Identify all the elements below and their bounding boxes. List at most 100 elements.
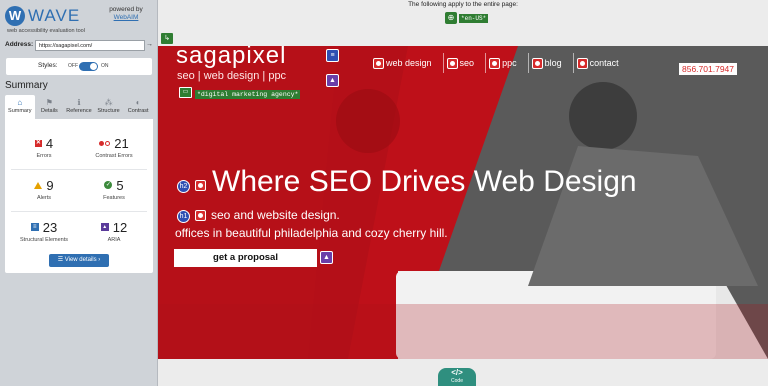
styles-toggle[interactable] <box>79 62 98 71</box>
nav-label: ppc <box>502 58 517 68</box>
toggle-knob <box>90 63 97 70</box>
language-annotation[interactable]: ⊕ *en-US* <box>445 12 489 24</box>
errors-label: Errors <box>36 153 52 159</box>
alert-icon <box>34 181 43 189</box>
info-icon: ℹ <box>77 98 81 107</box>
code-icon: </> <box>451 368 463 377</box>
phone-number[interactable]: 856.701.7947 <box>679 63 737 75</box>
tab-contrast[interactable]: ◐ Contrast <box>123 95 153 119</box>
aria-label: ARIA <box>107 237 121 243</box>
error-icon <box>373 57 384 69</box>
hero-subline-1: seo and website design. <box>211 208 340 222</box>
structure-icon: ⁂ <box>104 98 113 107</box>
nav-item-web-design[interactable]: web design <box>370 53 444 73</box>
applies-text: The following apply to the entire page: <box>408 1 518 8</box>
stat-aria[interactable]: ▲ 12 ARIA <box>79 217 149 249</box>
contrast-errors-count: 21 <box>114 135 129 151</box>
tab-label: Reference <box>66 108 92 114</box>
wave-tabs: ⌂ Summary ⚑ Details ℹ Reference ⁂ Struct… <box>5 95 153 119</box>
tab-label: Summary <box>8 108 32 114</box>
contrast-icon: ◐ <box>135 98 141 107</box>
nav-item-blog[interactable]: blog <box>529 53 574 73</box>
nav-label: blog <box>544 58 562 68</box>
hero-headline: Where SEO Drives Web Design <box>212 165 637 198</box>
address-label: Address: <box>5 41 34 48</box>
nav-label: seo <box>459 58 475 68</box>
alt-text-annotation: *digital marketing agency* <box>195 90 301 99</box>
stat-errors[interactable]: ✕ 4 Errors <box>9 133 79 165</box>
site-nav: web design seo ppc blog contact <box>370 53 630 73</box>
tab-details[interactable]: ⚑ Details <box>35 95 65 119</box>
alerts-count: 9 <box>46 177 54 193</box>
site-logo[interactable]: sagapixel <box>176 46 286 70</box>
powered-by: powered by WebAIM <box>104 6 148 21</box>
webaim-link[interactable]: WebAIM <box>104 14 148 21</box>
styles-label: Styles: <box>38 62 58 69</box>
alerts-label: Alerts <box>36 195 52 201</box>
nav-item-contact[interactable]: contact <box>574 53 630 73</box>
features-label: Features <box>103 195 125 201</box>
powered-by-label: powered by <box>109 6 143 13</box>
summary-panel: ✕ 4 Errors 21 Contrast Errors 9 Alerts ✓ 5… <box>5 119 153 273</box>
features-count: 5 <box>116 177 124 193</box>
page-level-annotations: The following apply to the entire page: … <box>158 0 768 30</box>
error-icon <box>489 57 501 69</box>
structural-label: Structural Elements <box>20 237 68 243</box>
wave-tagline: web accessibility evaluation tool <box>7 28 85 34</box>
wave-logo-mark: W <box>5 6 25 26</box>
address-go-icon[interactable]: → <box>146 41 153 48</box>
styles-off-label: OFF <box>68 63 78 69</box>
styles-toggle-row: Styles: OFF ON <box>6 58 152 75</box>
structure-element-icon: ≡ <box>30 223 39 231</box>
code-label: Code <box>451 378 463 384</box>
site-tagline: seo | web design | ppc <box>177 70 287 82</box>
nav-item-seo[interactable]: seo <box>444 53 487 73</box>
divider <box>11 169 147 170</box>
stat-contrast-errors[interactable]: 21 Contrast Errors <box>79 133 149 165</box>
contrast-error-icon <box>99 140 111 146</box>
aria-icon: ▲ <box>100 223 109 231</box>
contrast-error-icon[interactable] <box>195 210 206 221</box>
aria-landmark-icon[interactable]: ▲ <box>326 74 339 87</box>
get-proposal-button[interactable]: get a proposal <box>174 249 317 267</box>
aria-count: 12 <box>112 219 128 235</box>
divider <box>11 211 147 212</box>
stat-structural[interactable]: ≡ 23 Structural Elements <box>9 217 79 249</box>
error-icon <box>446 57 458 69</box>
heading-h1-icon[interactable]: h1 <box>177 210 190 223</box>
wave-sidebar: W WAVE web accessibility evaluation tool… <box>0 0 158 386</box>
stat-features[interactable]: ✓ 5 Features <box>79 175 149 207</box>
styles-on-label: ON <box>101 63 109 69</box>
globe-icon: ⊕ <box>445 12 457 24</box>
stat-alerts[interactable]: 9 Alerts <box>9 175 79 207</box>
wave-screen: W WAVE web accessibility evaluation tool… <box>0 0 768 386</box>
code-toggle-tab[interactable]: </> Code <box>438 368 476 386</box>
nav-item-ppc[interactable]: ppc <box>486 53 529 73</box>
flag-icon: ⚑ <box>45 98 53 107</box>
hero-subline-2: offices in beautiful philadelphia and co… <box>175 226 448 240</box>
tab-label: Contrast <box>127 108 149 114</box>
tab-reference[interactable]: ℹ Reference <box>64 95 94 119</box>
skip-link-icon[interactable]: ↳ <box>161 33 173 44</box>
feature-check-icon: ✓ <box>104 181 113 189</box>
tab-structure[interactable]: ⁂ Structure <box>94 95 124 119</box>
alt-text-icon[interactable]: ▭ <box>179 87 192 98</box>
structural-count: 23 <box>42 219 58 235</box>
errors-count: 4 <box>45 135 54 151</box>
view-details-button[interactable]: ☰ View details › <box>49 254 109 267</box>
aria-button-icon[interactable]: ▲ <box>320 251 333 264</box>
heading-h2-icon[interactable]: h2 <box>177 180 190 193</box>
error-icon: ✕ <box>34 139 42 147</box>
site-preview: sagapixel seo | web design | ppc ≡ ▲ ▭ *… <box>158 46 768 359</box>
language-text: *en-US* <box>459 13 489 23</box>
contrast-error-icon[interactable] <box>195 180 206 191</box>
nav-label: web design <box>386 58 432 68</box>
home-icon: ⌂ <box>17 98 23 107</box>
address-input[interactable] <box>35 40 145 51</box>
contrast-errors-label: Contrast Errors <box>95 153 133 159</box>
tab-label: Structure <box>97 108 120 114</box>
tab-label: Details <box>40 108 58 114</box>
error-icon <box>576 57 588 69</box>
tab-summary[interactable]: ⌂ Summary <box>5 95 35 119</box>
list-icon[interactable]: ≡ <box>326 49 339 62</box>
